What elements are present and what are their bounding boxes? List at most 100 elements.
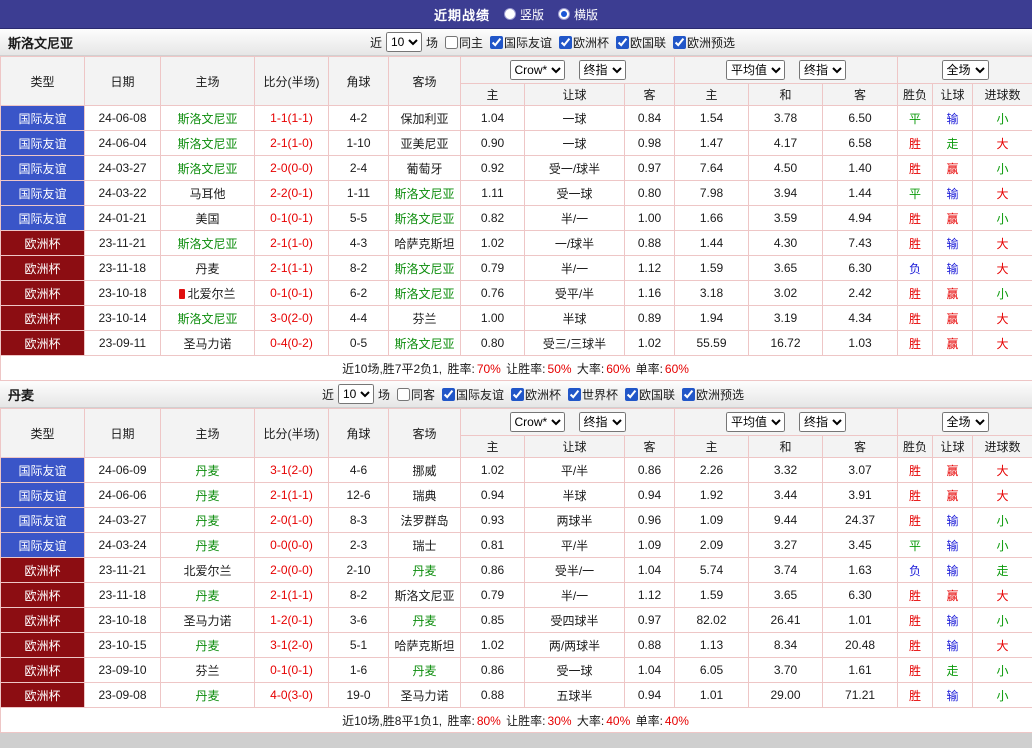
- bookmaker-select[interactable]: Crow*: [509, 412, 565, 432]
- match-score: 0-0(0-0): [254, 532, 329, 558]
- average-select[interactable]: 平均值: [726, 412, 786, 432]
- same-venue-checkbox[interactable]: [444, 35, 458, 49]
- corner-score: 2-4: [328, 155, 389, 181]
- filter-same-venue[interactable]: 同主: [440, 34, 483, 51]
- final-odds-select[interactable]: 终指: [578, 60, 626, 80]
- avg-draw-odds: 4.30: [748, 230, 824, 256]
- home-team: 斯洛文尼亚: [160, 305, 255, 331]
- filter-competition[interactable]: 国际友谊: [485, 34, 552, 51]
- match-scope-select[interactable]: 全场: [941, 60, 989, 80]
- average-select[interactable]: 平均值: [726, 60, 786, 80]
- sub-column-header: 客: [822, 83, 899, 106]
- avg-home-odds: 1.09: [674, 507, 750, 533]
- filter-competition[interactable]: 世界杯: [563, 386, 618, 403]
- avg-draw-odds: 3.59: [748, 205, 824, 231]
- column-header-corner: 角球: [328, 408, 389, 458]
- final-odds-select-2[interactable]: 终指: [799, 60, 847, 80]
- competition-label: 国际友谊: [455, 387, 504, 402]
- match-scope-select[interactable]: 全场: [941, 412, 989, 432]
- match-score: 0-1(0-1): [254, 657, 329, 683]
- avg-draw-odds: 26.41: [748, 607, 824, 633]
- odds-away: 1.00: [623, 205, 676, 231]
- competition-checkbox[interactable]: [511, 387, 524, 401]
- avg-draw-odds: 4.50: [748, 155, 824, 181]
- avg-draw-odds: 3.44: [748, 482, 824, 508]
- select-header-cell: Crow* 终指: [459, 408, 676, 436]
- avg-draw-odds: 3.02: [748, 280, 824, 306]
- avg-home-odds: 1.13: [674, 632, 750, 658]
- filter-competition[interactable]: 国际友谊: [437, 386, 504, 403]
- match-row: 欧洲杯 23-09-11 圣马力诺 0-4(0-2) 0-5 斯洛文尼亚 0.80 受三/三球…: [0, 330, 1032, 356]
- home-team: 丹麦: [160, 582, 255, 608]
- column-header-corner: 角球: [328, 56, 389, 106]
- competition-checkbox[interactable]: [490, 35, 503, 49]
- filter-same-venue[interactable]: 同客: [392, 386, 435, 403]
- avg-home-odds: 1.92: [674, 482, 750, 508]
- corner-score: 4-2: [328, 105, 389, 131]
- competition-checkbox[interactable]: [441, 387, 455, 401]
- filter-competition[interactable]: 欧国联: [620, 386, 675, 403]
- layout-option-vertical[interactable]: 竖版: [503, 6, 544, 23]
- bookmaker-select[interactable]: Crow*: [509, 60, 565, 80]
- filter-competition[interactable]: 欧洲预选: [668, 34, 735, 51]
- games-count-select[interactable]: 10: [385, 32, 422, 52]
- odds-home: 0.93: [460, 507, 525, 533]
- same-venue-checkbox[interactable]: [396, 387, 410, 401]
- odds-home: 0.92: [460, 155, 525, 181]
- filter-competition[interactable]: 欧洲杯: [506, 386, 561, 403]
- handicap-line: 受平/半: [524, 280, 625, 306]
- result-handicap: 输: [932, 607, 974, 633]
- corner-score: 5-1: [328, 632, 389, 658]
- column-header-home: 主场: [160, 56, 255, 106]
- filter-competition[interactable]: 欧洲预选: [677, 386, 744, 403]
- filter-competition[interactable]: 欧国联: [611, 34, 666, 51]
- match-row: 国际友谊 24-03-24 丹麦 0-0(0-0) 2-3 瑞士 0.81 平/半 1.09 2.…: [0, 532, 1032, 558]
- avg-home-odds: 7.64: [674, 155, 750, 181]
- competition-checkbox[interactable]: [568, 387, 582, 401]
- result-outcome: 胜: [897, 507, 934, 533]
- summary-stat-value: 40%: [606, 713, 634, 728]
- result-outcome: 胜: [897, 682, 934, 708]
- home-team: 北爱尔兰: [160, 557, 255, 583]
- result-outcome: 平: [897, 532, 934, 558]
- competition-checkbox[interactable]: [625, 387, 639, 401]
- corner-score: 12-6: [328, 482, 389, 508]
- away-team: 芬兰: [388, 305, 461, 331]
- odds-away: 0.86: [623, 457, 676, 483]
- handicap-line: 一球: [524, 105, 625, 131]
- result-handicap: 输: [932, 632, 974, 658]
- final-odds-select-2[interactable]: 终指: [799, 412, 847, 432]
- avg-home-odds: 1.94: [674, 305, 750, 331]
- odds-home: 0.85: [460, 607, 525, 633]
- avg-away-odds: 20.48: [822, 632, 899, 658]
- match-history-page: 近期战绩 竖版 横版 斯洛文尼亚近 10 场同主 国际友谊 欧洲杯 欧国联 欧洲预选 类型 日期…: [0, 0, 1032, 741]
- home-team: 斯洛文尼亚: [160, 105, 255, 131]
- away-team: 亚美尼亚: [388, 130, 461, 156]
- odds-away: 0.89: [623, 305, 676, 331]
- home-team: 斯洛文尼亚: [160, 230, 255, 256]
- games-count-select[interactable]: 10: [337, 384, 374, 404]
- avg-draw-odds: 3.27: [748, 532, 824, 558]
- sub-column-header: 进球数: [972, 435, 1032, 458]
- final-odds-select[interactable]: 终指: [578, 412, 626, 432]
- avg-away-odds: 4.94: [822, 205, 899, 231]
- home-team: 芬兰: [160, 657, 255, 683]
- match-score: 3-1(2-0): [254, 632, 329, 658]
- away-team: 斯洛文尼亚: [388, 280, 461, 306]
- competition-checkbox[interactable]: [616, 35, 630, 49]
- competition-checkbox[interactable]: [682, 387, 696, 401]
- avg-away-odds: 6.58: [822, 130, 899, 156]
- away-team: 葡萄牙: [388, 155, 461, 181]
- layout-option-horizontal[interactable]: 横版: [558, 6, 598, 23]
- match-type-badge: 欧洲杯: [0, 582, 85, 608]
- filter-competition[interactable]: 欧洲杯: [554, 34, 609, 51]
- avg-home-odds: 1.44: [674, 230, 750, 256]
- sub-column-header: 客: [822, 435, 899, 458]
- odds-away: 0.94: [623, 682, 676, 708]
- odds-away: 1.04: [623, 557, 676, 583]
- match-score: 2-1(1-1): [254, 582, 329, 608]
- match-row: 国际友谊 24-03-27 丹麦 2-0(1-0) 8-3 法罗群岛 0.93 两球半 0.96…: [0, 507, 1032, 533]
- sub-column-header: 和: [748, 83, 824, 106]
- competition-checkbox[interactable]: [559, 35, 573, 49]
- competition-checkbox[interactable]: [673, 35, 687, 49]
